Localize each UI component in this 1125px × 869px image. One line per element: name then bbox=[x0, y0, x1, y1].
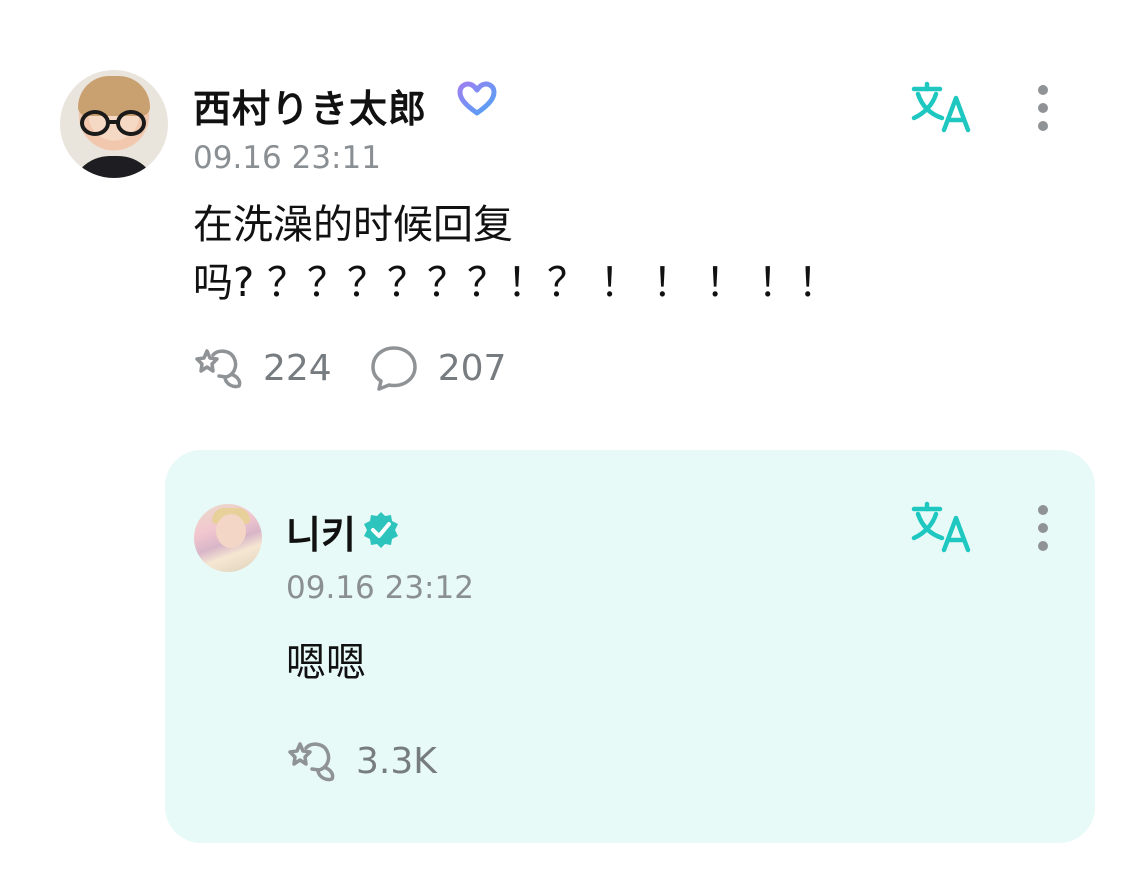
post-card: 西村りき太郎 09.16 23:11 在洗澡的时候回复 吗? ？？？？？？！？ … bbox=[0, 0, 1125, 440]
post-timestamp: 09.16 23:11 bbox=[193, 140, 381, 176]
author-name[interactable]: 西村りき太郎 bbox=[193, 78, 427, 133]
reply-text: 嗯嗯 bbox=[286, 640, 366, 686]
post-text: 在洗澡的时候回复 吗? ？？？？？？！？ ！ ！ ！ ！！ bbox=[193, 202, 838, 306]
comment-bubble-icon[interactable] bbox=[368, 342, 420, 394]
reaction-count: 224 bbox=[263, 347, 332, 389]
heart-badge-icon bbox=[457, 81, 497, 116]
reply-stats: 3.3K bbox=[286, 735, 473, 787]
more-vertical-icon[interactable] bbox=[1033, 502, 1053, 558]
comment-count: 207 bbox=[437, 347, 507, 389]
reply-author-avatar[interactable] bbox=[194, 504, 262, 572]
author-avatar[interactable] bbox=[60, 70, 168, 178]
verified-badge-icon bbox=[364, 512, 398, 548]
reply-reaction-count: 3.3K bbox=[356, 740, 437, 782]
reply-author-name[interactable]: 니키 bbox=[286, 504, 356, 559]
translate-icon[interactable] bbox=[910, 80, 974, 136]
reaction-icon[interactable] bbox=[193, 342, 245, 394]
reaction-icon[interactable] bbox=[286, 735, 338, 787]
translate-icon[interactable] bbox=[910, 500, 974, 556]
reply-timestamp: 09.16 23:12 bbox=[286, 570, 474, 606]
reply-card: 니키 09.16 23:12 嗯嗯 3.3K bbox=[165, 450, 1095, 843]
more-vertical-icon[interactable] bbox=[1033, 82, 1053, 138]
post-stats: 224 207 bbox=[193, 342, 542, 394]
